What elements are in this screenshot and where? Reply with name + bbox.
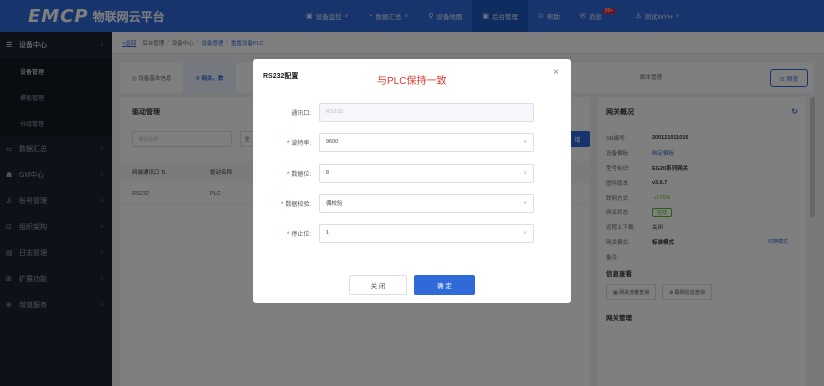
- field-value: RS232: [326, 109, 343, 115]
- confirm-button[interactable]: 确 定: [414, 275, 475, 295]
- required-mark: *: [286, 171, 290, 178]
- field-value: 1: [326, 230, 330, 236]
- field-value: 8: [326, 170, 330, 176]
- field-input: RS232: [319, 102, 534, 122]
- field-label: 通讯口:: [291, 110, 311, 117]
- close-icon[interactable]: ×: [553, 67, 559, 78]
- chevron-down-icon: ∨: [523, 200, 527, 206]
- chevron-down-icon: ∨: [523, 230, 527, 236]
- chevron-down-icon: ∨: [523, 170, 527, 176]
- form-row: * 数据校验: 偶校验 ∨: [253, 193, 571, 213]
- field-select[interactable]: 8 ∨: [319, 163, 534, 183]
- required-mark: *: [286, 231, 290, 238]
- form-row: * 数据位: 8 ∨: [253, 163, 571, 183]
- field-label: * 停止位:: [286, 231, 311, 238]
- chevron-down-icon: ∨: [523, 139, 527, 145]
- field-select[interactable]: 1 ∨: [319, 223, 534, 243]
- rs232-config-dialog: RS232配置 与PLC保持一致 × 通讯口: RS232 * 波特率: 9600 ∨ * 数…: [253, 59, 571, 303]
- field-value: 9600: [326, 139, 339, 145]
- field-label: * 数据校验:: [280, 201, 311, 208]
- dialog-title: RS232配置: [263, 73, 299, 80]
- field-select[interactable]: 偶校验 ∨: [319, 193, 534, 213]
- form-row: * 停止位: 1 ∨: [253, 223, 571, 243]
- field-value: 偶校验: [326, 201, 343, 207]
- form-row: * 波特率: 9600 ∨: [253, 132, 571, 152]
- field-select[interactable]: 9600 ∨: [319, 132, 534, 152]
- close-button[interactable]: 关 闭: [349, 275, 407, 295]
- required-mark: *: [280, 201, 284, 208]
- field-label: * 数据位:: [286, 171, 311, 178]
- field-label: * 波特率:: [286, 140, 311, 147]
- annotation-note: 与PLC保持一致: [377, 76, 447, 87]
- required-mark: *: [286, 140, 290, 147]
- form-row: 通讯口: RS232: [253, 102, 571, 122]
